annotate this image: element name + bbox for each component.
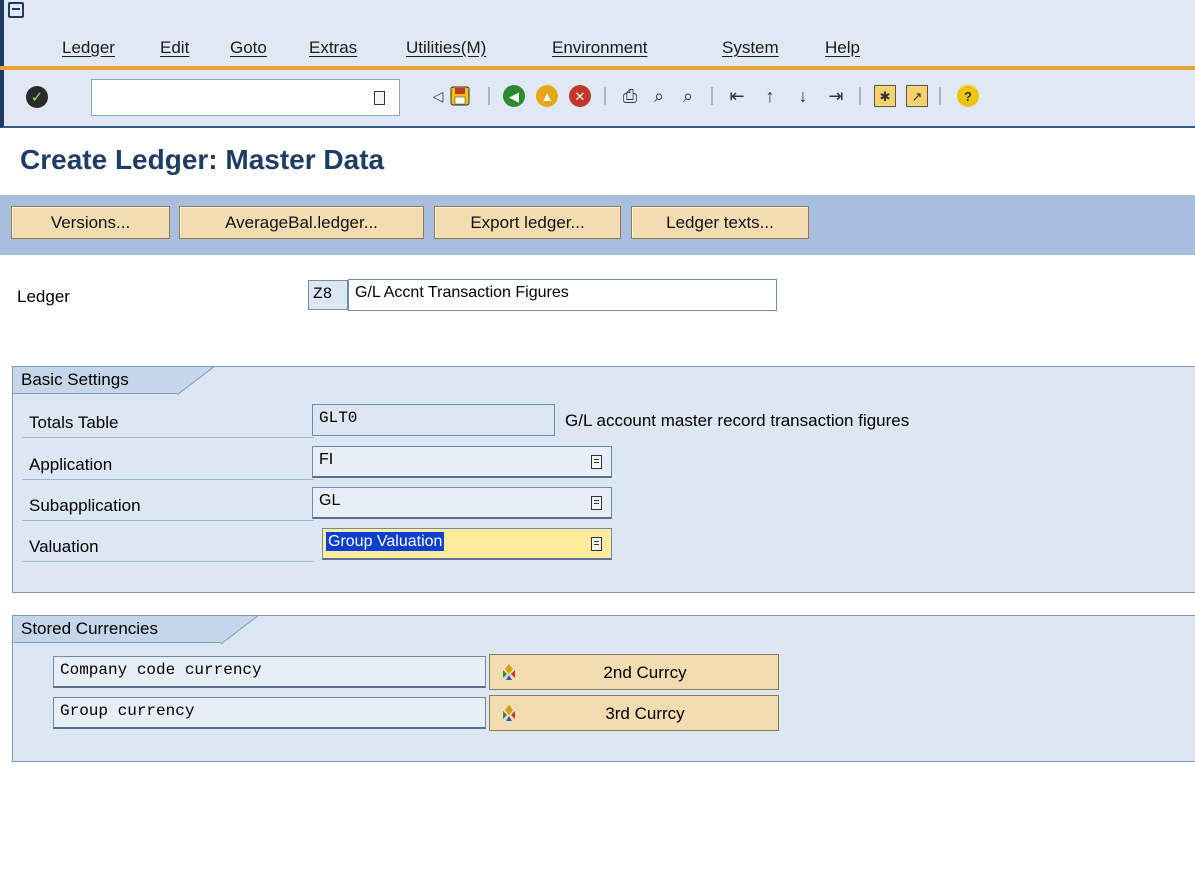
totals-table-label: Totals Table — [22, 408, 314, 438]
command-history-icon[interactable] — [374, 91, 385, 105]
application-value: FI — [319, 451, 334, 468]
create-session-icon[interactable]: ✱ — [874, 85, 896, 107]
subapplication-label: Subapplication — [22, 491, 314, 521]
menu-help[interactable]: Help — [825, 38, 860, 58]
group-tab-slant — [177, 366, 216, 395]
export-ledger-button[interactable]: Export ledger... — [434, 206, 621, 239]
menu-goto[interactable]: Goto — [230, 38, 267, 58]
back-arrow-icon[interactable]: ◁ — [427, 85, 449, 107]
last-page-icon[interactable]: ⇥ — [825, 85, 847, 107]
menu-environment[interactable]: Environment — [552, 38, 647, 58]
first-page-icon[interactable]: ⇤ — [726, 85, 748, 107]
ledger-texts-button[interactable]: Ledger texts... — [631, 206, 809, 239]
shortcut-icon[interactable]: ↗ — [906, 85, 928, 107]
toolbar-separator — [711, 87, 713, 105]
group-currency-field: Group currency — [53, 697, 486, 729]
next-page-icon[interactable]: ↓ — [792, 85, 814, 107]
menu-extras[interactable]: Extras — [309, 38, 357, 58]
standard-toolbar: ✓ ◁ ◀ ▲ ✕ ⎙ ⌕ ⌕ ⇤ ↑ ↓ ⇥ ✱ ↗ ? — [0, 70, 1195, 128]
back-icon[interactable]: ◀ — [503, 85, 525, 107]
third-currency-button[interactable]: 3rd Currcy — [489, 695, 779, 731]
ledger-description-field[interactable]: G/L Accnt Transaction Figures — [348, 279, 777, 311]
valuation-label: Valuation — [22, 532, 314, 562]
toolbar-separator — [859, 87, 861, 105]
subapplication-value: GL — [319, 492, 341, 509]
enter-icon[interactable]: ✓ — [26, 86, 48, 108]
average-balance-ledger-button[interactable]: AverageBal.ledger... — [179, 206, 424, 239]
help-icon[interactable]: ? — [957, 85, 979, 107]
subapplication-field[interactable]: GL — [312, 487, 612, 519]
stored-currencies-group: Stored Currencies Company code currency … — [12, 615, 1195, 762]
command-field[interactable] — [91, 79, 400, 116]
application-field[interactable]: FI — [312, 446, 612, 478]
menu-edit[interactable]: Edit — [160, 38, 189, 58]
application-toolbar: Versions... AverageBal.ledger... Export … — [0, 195, 1195, 255]
stored-currencies-title: Stored Currencies — [12, 615, 222, 643]
valuation-search-help-icon[interactable] — [591, 537, 602, 551]
menu-utilities[interactable]: Utilities(M) — [406, 38, 486, 58]
application-label: Application — [22, 450, 314, 480]
cancel-icon[interactable]: ✕ — [569, 85, 591, 107]
ledger-code-field: Z8 — [308, 280, 348, 310]
subapplication-search-help-icon[interactable] — [591, 496, 602, 510]
toolbar-separator — [939, 87, 941, 105]
menu-system[interactable]: System — [722, 38, 779, 58]
exit-icon[interactable]: ▲ — [536, 85, 558, 107]
save-icon[interactable] — [449, 85, 471, 107]
second-currency-label: 2nd Currcy — [603, 663, 687, 682]
valuation-field[interactable]: Group Valuation — [322, 528, 612, 560]
application-search-help-icon[interactable] — [591, 455, 602, 469]
toolbar-separator — [604, 87, 606, 105]
find-next-icon[interactable]: ⌕ — [677, 85, 699, 107]
find-icon[interactable]: ⌕ — [648, 85, 670, 107]
third-currency-label: 3rd Currcy — [605, 704, 685, 723]
totals-table-description: G/L account master record transaction fi… — [565, 411, 910, 430]
basic-settings-title: Basic Settings — [12, 366, 178, 394]
menu-bar: Ledger Edit Goto Extras Utilities(M) Env… — [0, 0, 1195, 66]
company-code-currency-field: Company code currency — [53, 656, 486, 688]
system-menu-icon[interactable] — [8, 2, 24, 18]
versions-button[interactable]: Versions... — [11, 206, 170, 239]
valuation-value: Group Valuation — [326, 532, 445, 551]
group-tab-slant — [221, 615, 260, 644]
menu-ledger[interactable]: Ledger — [62, 38, 115, 58]
previous-page-icon[interactable]: ↑ — [759, 85, 781, 107]
totals-table-field: GLT0 — [312, 404, 555, 436]
toolbar-separator — [488, 87, 490, 105]
second-currency-button[interactable]: 2nd Currcy — [489, 654, 779, 690]
ledger-label: Ledger — [17, 287, 70, 306]
page-title: Create Ledger: Master Data — [20, 144, 385, 175]
print-icon[interactable]: ⎙ — [619, 85, 641, 107]
basic-settings-group: Basic Settings Totals Table GLT0 G/L acc… — [12, 366, 1195, 593]
